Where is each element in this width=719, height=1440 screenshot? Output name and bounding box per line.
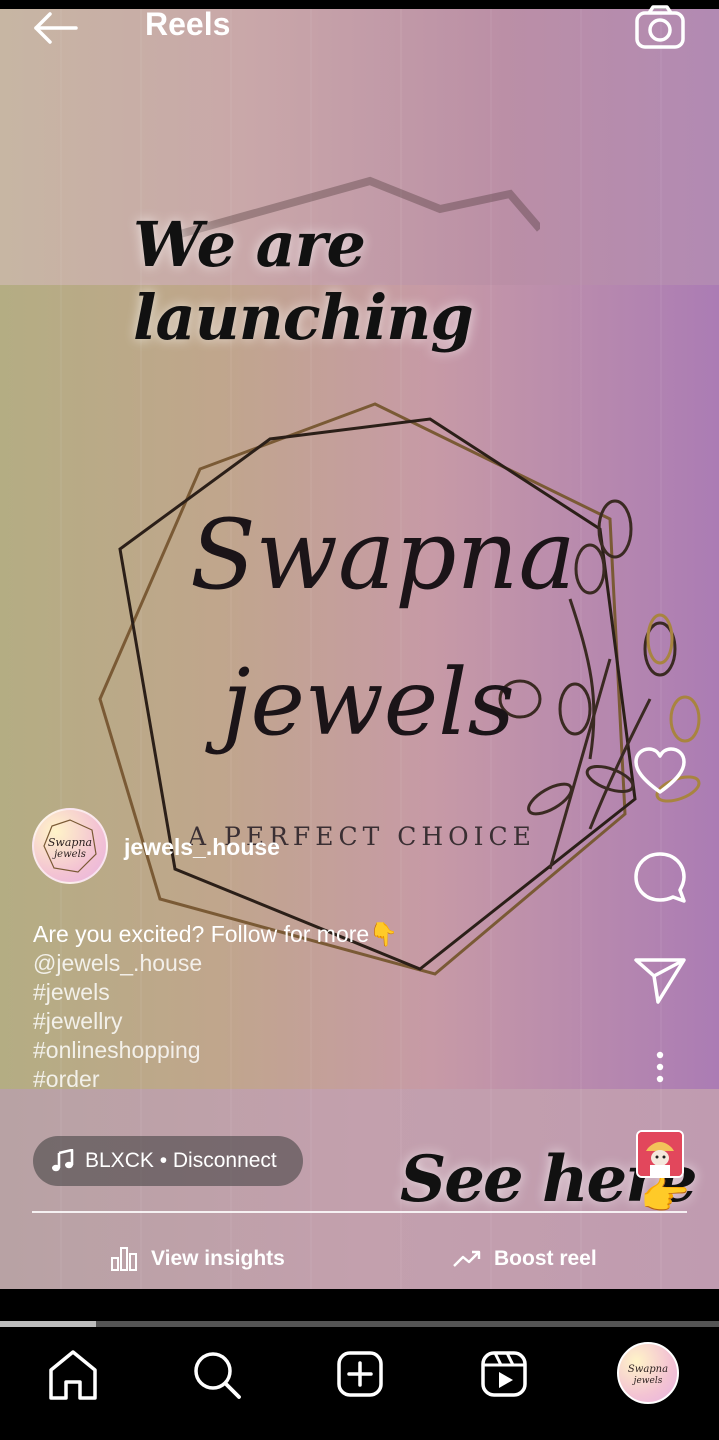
nav-profile-avatar[interactable]: Swapna jewels: [617, 1342, 679, 1404]
overlay-launch-text: We are launching: [133, 208, 474, 354]
trending-up-icon: [453, 1250, 481, 1267]
svg-text:jewels: jewels: [52, 849, 86, 860]
audio-thumbnail[interactable]: [636, 1130, 684, 1178]
audio-pill[interactable]: BLXCK • Disconnect: [33, 1136, 303, 1186]
reels-header: Reels: [0, 5, 719, 69]
divider: [32, 1211, 687, 1213]
insights-label: View insights: [151, 1247, 285, 1270]
hashtag[interactable]: #jewels: [33, 978, 398, 1007]
comment-icon: [634, 852, 686, 903]
like-button[interactable]: [632, 745, 688, 801]
reel-caption[interactable]: Are you excited? Follow for more👇 @jewel…: [33, 920, 398, 1094]
brand-name-line2: jewels: [222, 649, 515, 756]
author-username[interactable]: jewels_.house: [124, 834, 280, 861]
create-icon: [337, 1351, 383, 1397]
search-icon: [194, 1352, 241, 1399]
audio-label: BLXCK • Disconnect: [85, 1149, 277, 1172]
hashtag[interactable]: #onlineshopping: [33, 1036, 398, 1065]
comment-button[interactable]: [632, 850, 688, 906]
boost-label: Boost reel: [494, 1247, 597, 1270]
avatar-logo: Swapna jewels: [43, 819, 97, 873]
audio-cover-image: [638, 1132, 682, 1176]
brand-name-line1: Swapna: [190, 499, 576, 611]
home-icon: [49, 1350, 97, 1400]
share-button[interactable]: [632, 952, 688, 1008]
hashtag[interactable]: #order: [33, 1065, 398, 1094]
heart-icon: [634, 747, 686, 794]
nav-home-button[interactable]: [44, 1346, 102, 1404]
reel-progress-fill: [0, 1321, 96, 1327]
camera-icon: [635, 5, 685, 49]
caption-text: Are you excited? Follow for more👇: [33, 921, 398, 947]
send-icon: [634, 958, 686, 1004]
svg-text:jewels: jewels: [632, 1376, 663, 1386]
caption-mention[interactable]: @jewels_.house: [33, 949, 398, 978]
arrow-left-icon: [34, 12, 78, 44]
music-note-icon: [52, 1149, 74, 1172]
author-avatar[interactable]: Swapna jewels: [32, 808, 108, 884]
camera-button[interactable]: [633, 3, 687, 49]
nav-create-button[interactable]: [331, 1346, 389, 1404]
bar-chart-icon: [111, 1247, 137, 1271]
nav-search-button[interactable]: [187, 1346, 245, 1404]
nav-reels-button[interactable]: [475, 1346, 533, 1404]
status-strip: [0, 0, 719, 9]
more-vertical-icon: [656, 1051, 664, 1083]
page-title: Reels: [145, 6, 231, 42]
back-button[interactable]: [28, 9, 84, 49]
more-options-button[interactable]: [645, 1050, 675, 1086]
reel-progress-bar[interactable]: [0, 1321, 719, 1327]
hashtag[interactable]: #jewellry: [33, 1007, 398, 1036]
svg-text:Swapna: Swapna: [48, 836, 92, 849]
bottom-navigation: Swapna jewels: [0, 1328, 719, 1440]
profile-logo: Swapna jewels: [628, 1364, 668, 1386]
svg-text:Swapna: Swapna: [628, 1364, 668, 1375]
reel-video[interactable]: Swapna jewels A PERFECT CHOICE: [0, 9, 719, 1289]
reels-icon: [481, 1351, 527, 1397]
